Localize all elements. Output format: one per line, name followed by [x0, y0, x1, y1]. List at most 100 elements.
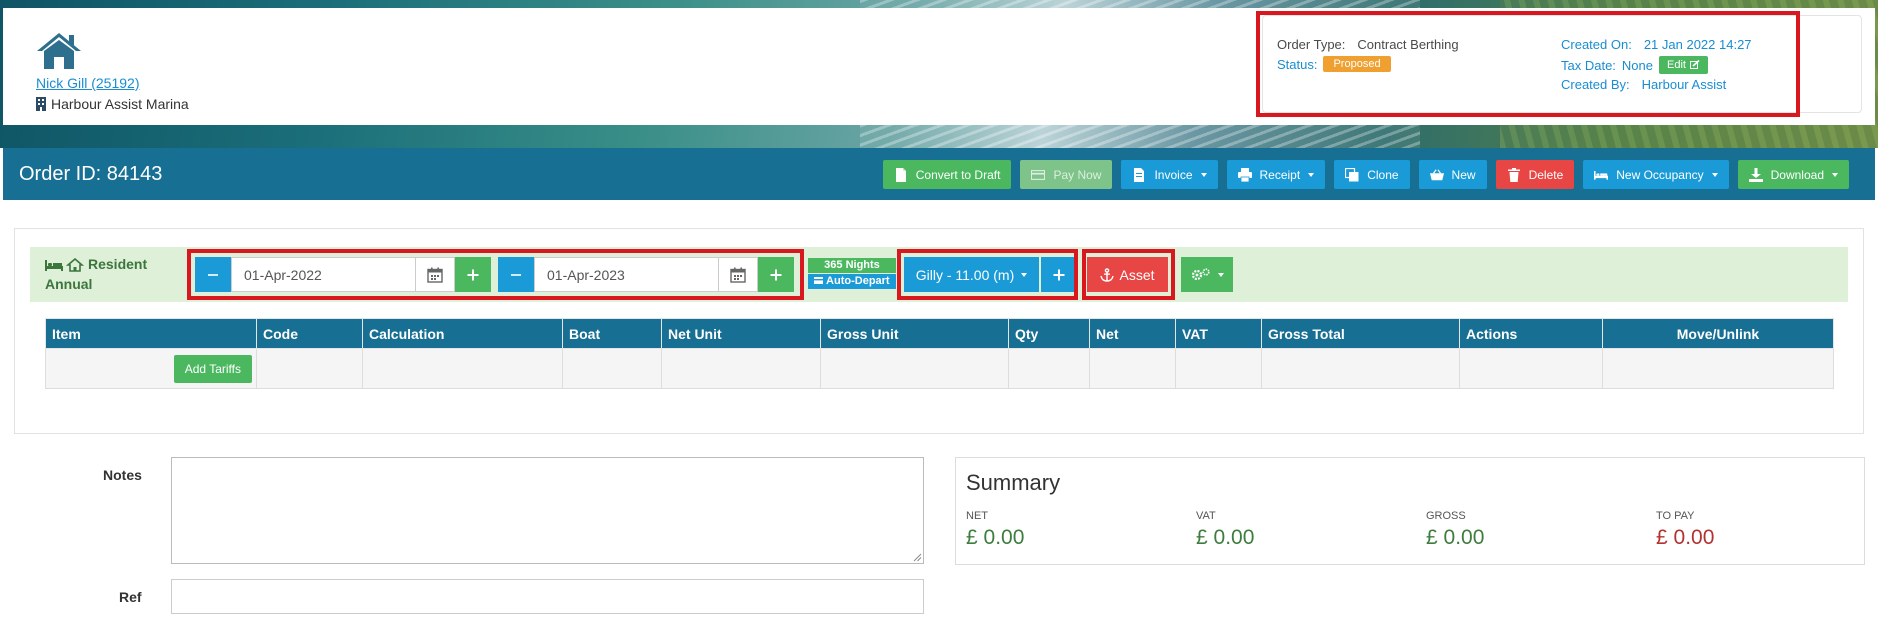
start-date-input[interactable]: 01-Apr-2022: [231, 257, 416, 292]
start-date-minus-button[interactable]: [195, 257, 231, 292]
boat-label: Gilly - 11.00 (m): [915, 266, 1015, 283]
table-cell: [661, 348, 821, 389]
plus-icon: [770, 269, 782, 280]
order-toolbar: Convert to Draft Pay Now Invoice Receipt…: [882, 160, 1849, 189]
auto-depart-badge: Auto-Depart: [808, 274, 896, 289]
settings-dropdown-button[interactable]: [1181, 257, 1233, 292]
chevron-down-icon: [1200, 172, 1207, 177]
delete-button[interactable]: Delete: [1495, 160, 1575, 189]
table-header-row: Item Code Calculation Boat Net Unit Gros…: [45, 318, 1834, 349]
basket-icon: [1429, 168, 1444, 180]
edit-tax-date-button[interactable]: Edit: [1659, 56, 1708, 74]
download-icon: [1748, 167, 1763, 182]
start-date-calendar-button[interactable]: [416, 257, 455, 292]
end-date-input[interactable]: 01-Apr-2023: [534, 257, 719, 292]
column-header-qty: Qty: [1008, 318, 1090, 349]
notes-label: Notes: [103, 467, 142, 483]
receipt-button[interactable]: Receipt: [1226, 160, 1326, 189]
new-occupancy-button[interactable]: New Occupancy: [1583, 160, 1729, 189]
marina-name: Harbour Assist Marina: [51, 96, 189, 112]
table-cell: [1261, 348, 1460, 389]
convert-to-draft-button[interactable]: Convert to Draft: [882, 160, 1012, 189]
start-date-group: 01-Apr-2022: [195, 257, 491, 292]
table-cell: [820, 348, 1009, 389]
convert-to-draft-label: Convert to Draft: [915, 167, 1001, 182]
plus-icon: [467, 269, 479, 280]
customer-link[interactable]: Nick Gill (25192): [36, 75, 139, 91]
resize-grip-icon[interactable]: [912, 552, 922, 562]
calendar-icon: [730, 267, 746, 283]
ref-label: Ref: [119, 589, 142, 605]
pay-now-button[interactable]: Pay Now: [1020, 160, 1113, 189]
net-value: £ 0.00: [966, 526, 1025, 549]
invoice-label: Invoice: [1154, 167, 1193, 182]
edit-label: Edit: [1667, 59, 1686, 71]
new-button[interactable]: New: [1418, 160, 1487, 189]
calendar-icon: [427, 267, 443, 283]
receipt-label: Receipt: [1259, 167, 1301, 182]
column-header-actions: Actions: [1459, 318, 1603, 349]
plus-icon: [1053, 269, 1065, 280]
order-type-value: Contract Berthing: [1357, 37, 1459, 52]
notes-textarea[interactable]: [171, 457, 924, 564]
column-header-net: Net: [1089, 318, 1176, 349]
column-header-boat: Boat: [562, 318, 662, 349]
download-button[interactable]: Download: [1737, 160, 1849, 189]
summary-panel: Summary NET £ 0.00 VAT £ 0.00 GROSS £ 0.…: [955, 457, 1865, 565]
house-icon: [66, 258, 84, 273]
delete-label: Delete: [1528, 167, 1564, 182]
home-icon[interactable]: [36, 32, 82, 70]
invoice-icon: [1134, 167, 1145, 182]
column-header-gross-unit: Gross Unit: [820, 318, 1009, 349]
end-date-plus-button[interactable]: [758, 257, 794, 292]
table-cell: [1459, 348, 1603, 389]
card-icon: [814, 277, 824, 284]
gross-value: £ 0.00: [1426, 526, 1485, 549]
nights-count: 365 Nights: [808, 258, 896, 273]
tax-date-value: None: [1621, 57, 1653, 73]
ref-input[interactable]: [171, 579, 924, 614]
new-occupancy-label: New Occupancy: [1616, 167, 1704, 182]
card-icon: [1031, 169, 1046, 180]
start-date-plus-button[interactable]: [455, 257, 491, 292]
column-header-item: Item: [45, 318, 257, 349]
anchor-icon: [1100, 267, 1115, 282]
end-date-calendar-button[interactable]: [719, 257, 758, 292]
chevron-down-icon: [1308, 172, 1315, 177]
created-on-row: Created On: 21 Jan 2022 14:27: [1561, 37, 1752, 52]
column-header-calculation: Calculation: [362, 318, 563, 349]
column-header-move-unlink: Move/Unlink: [1602, 318, 1834, 349]
download-label: Download: [1770, 167, 1824, 182]
end-date-minus-button[interactable]: [498, 257, 534, 292]
table-cell: [362, 348, 563, 389]
status-badge: Proposed: [1323, 56, 1391, 72]
column-header-code: Code: [256, 318, 363, 349]
asset-label: Asset: [1119, 266, 1155, 283]
add-tariffs-button[interactable]: Add Tariffs: [173, 354, 252, 383]
occupancy-type: Resident Annual: [45, 254, 147, 294]
created-by-label: Created By:: [1561, 77, 1630, 92]
order-type-label: Order Type:: [1277, 37, 1346, 52]
invoice-button[interactable]: Invoice: [1121, 160, 1218, 189]
vat-value: £ 0.00: [1196, 526, 1255, 549]
summary-gross: GROSS £ 0.00: [1426, 510, 1484, 550]
order-bar: Order ID: 84143 Convert to Draft Pay Now…: [3, 148, 1875, 200]
summary-to-pay: TO PAY £ 0.00: [1656, 510, 1714, 550]
table-cell: [1008, 348, 1090, 389]
printer-icon: [1237, 167, 1252, 182]
add-boat-button[interactable]: [1041, 257, 1077, 292]
boat-dropdown-button[interactable]: Gilly - 11.00 (m): [904, 257, 1039, 292]
created-on-value: 21 Jan 2022 14:27: [1643, 37, 1752, 52]
clone-button[interactable]: Clone: [1334, 160, 1410, 189]
summary-title: Summary: [966, 470, 1061, 495]
status-label: Status:: [1277, 56, 1318, 72]
bed-icon: [1594, 170, 1609, 180]
asset-button[interactable]: Asset: [1087, 257, 1168, 292]
minus-icon: [511, 273, 521, 276]
edit-icon: [1689, 60, 1700, 69]
order-type-row: Order Type: Contract Berthing: [1277, 37, 1459, 52]
clone-label: Clone: [1367, 167, 1399, 182]
column-header-vat: VAT: [1175, 318, 1262, 349]
tax-date-label: Tax Date:: [1561, 57, 1616, 73]
gears-icon: [1191, 267, 1210, 280]
